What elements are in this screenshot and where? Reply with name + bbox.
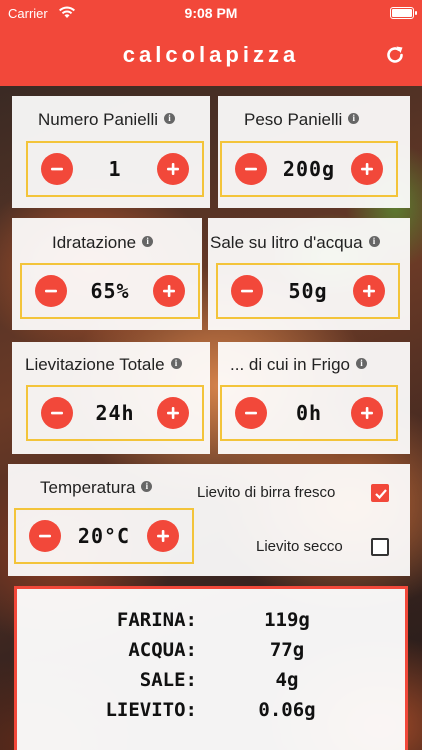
sale-label: Sale su litro d'acqua [210, 233, 363, 252]
peso-panielli-card: Peso Panielli i 200g [218, 96, 410, 208]
result-value: 77g [269, 639, 305, 661]
numero-panielli-card: Numero Panielli i 1 [12, 96, 210, 208]
plus-icon [167, 407, 179, 419]
clock: 9:08 PM [184, 5, 238, 21]
frigo-label: ... di cui in Frigo [230, 355, 350, 374]
result-key: SALE: [139, 669, 197, 691]
temperatura-card: Temperatura i 20°C Lievito di birra fresc… [8, 464, 410, 576]
info-icon[interactable]: i [348, 113, 360, 125]
lievito-secco-checkbox[interactable] [371, 538, 389, 556]
plus-icon [163, 285, 175, 297]
peso-panielli-label: Peso Panielli [244, 110, 343, 129]
lievito-fresco-checkbox[interactable] [371, 484, 389, 502]
plus-icon [361, 163, 373, 175]
result-row-farina: FARINA: 119g [17, 609, 411, 637]
result-row-sale: SALE: 4g [17, 669, 411, 697]
increment-button[interactable] [353, 275, 385, 307]
sale-stepper: 50g [216, 263, 400, 319]
info-icon[interactable]: i [142, 236, 154, 248]
info-icon[interactable]: i [164, 113, 175, 125]
result-key: FARINA: [116, 609, 197, 631]
lievito-secco-label: Lievito secco [256, 538, 343, 555]
idratazione-card: Idratazione i 65% [12, 218, 202, 330]
frigo-card: ... di cui in Frigo i 0h [218, 342, 410, 454]
plus-icon [167, 163, 179, 175]
sale-card: Sale su litro d'acqua i 50g [208, 218, 410, 330]
result-row-lievito: LIEVITO: 0.06g [17, 699, 411, 727]
result-row-acqua: ACQUA: 77g [17, 639, 411, 667]
app-title: calcolapizza [122, 42, 300, 67]
info-icon[interactable]: i [170, 358, 182, 370]
result-value: 0.06g [258, 699, 316, 721]
info-icon[interactable]: i [141, 481, 153, 493]
increment-button[interactable] [351, 153, 383, 185]
temperatura-stepper: 20°C [14, 508, 194, 564]
idratazione-stepper: 65% [20, 263, 200, 319]
plus-icon [361, 407, 373, 419]
increment-button[interactable] [351, 397, 383, 429]
plus-icon [157, 530, 169, 542]
info-icon[interactable]: i [368, 236, 380, 248]
result-value: 4g [275, 669, 299, 691]
result-key: ACQUA: [128, 639, 197, 661]
info-icon[interactable]: i [356, 358, 367, 370]
idratazione-label: Idratazione [52, 233, 137, 252]
status-bar: Carrier 9:08 PM [0, 0, 422, 28]
numero-panielli-label: Numero Panielli [38, 110, 158, 129]
result-key: LIEVITO: [105, 699, 197, 721]
result-value: 119g [264, 609, 310, 631]
battery-icon [390, 7, 417, 19]
increment-button[interactable] [153, 275, 185, 307]
increment-button[interactable] [157, 153, 189, 185]
checkmark-icon [375, 489, 387, 500]
increment-button[interactable] [147, 520, 179, 552]
frigo-stepper: 0h [220, 385, 398, 441]
refresh-icon[interactable] [384, 44, 406, 66]
numero-panielli-stepper: 1 [26, 141, 204, 197]
lievito-fresco-label: Lievito di birra fresco [197, 484, 336, 501]
lievitazione-totale-label: Lievitazione Totale [25, 355, 165, 374]
temperatura-label: Temperatura [40, 478, 136, 497]
navigation-bar: calcolapizza [0, 28, 422, 86]
lievitazione-totale-stepper: 24h [26, 385, 204, 441]
results-panel: FARINA: 119g ACQUA: 77g SALE: 4g LIEVITO… [14, 586, 408, 750]
plus-icon [363, 285, 375, 297]
peso-panielli-stepper: 200g [220, 141, 398, 197]
lievitazione-totale-card: Lievitazione Totale i 24h [12, 342, 210, 454]
increment-button[interactable] [157, 397, 189, 429]
